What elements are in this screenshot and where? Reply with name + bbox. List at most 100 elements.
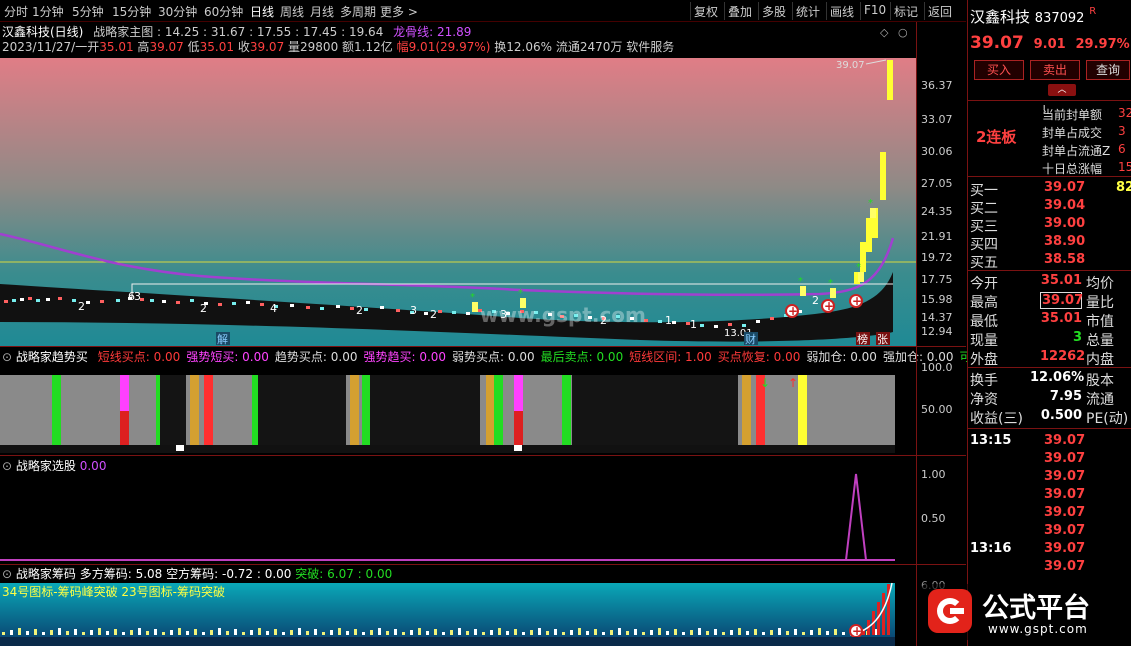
toolbar-period-0[interactable]: 分时 — [4, 3, 28, 20]
chip-bar — [282, 632, 285, 635]
chip-bar — [258, 628, 261, 635]
fund-label: 净资 — [970, 392, 998, 408]
candle-mark — [58, 297, 62, 300]
candle-mark — [20, 298, 24, 301]
candle-mark — [72, 299, 76, 302]
toolbar-period-5[interactable]: 60分钟 — [204, 3, 243, 20]
chips-pane[interactable]: + ⊙ 战略家筹码 多方筹码: 5.08 空方筹码: -0.72 : 0.00 … — [0, 565, 916, 646]
trend-pane[interactable]: ⊙ 战略家趋势买 短线买点: 0.00 强势短买: 0.00 趋势买点: 0.00 强… — [0, 347, 984, 455]
count-label: 1 — [690, 318, 697, 331]
chip-bar — [154, 629, 157, 635]
toolbar-action-2[interactable]: 多股 — [762, 3, 786, 20]
toolbar-period-8[interactable]: 月线 — [310, 3, 334, 20]
toolbar-action-4[interactable]: 画线 — [830, 3, 854, 20]
trend-signal-bar — [190, 375, 199, 445]
trend-axis-tick: 50.00 — [921, 403, 953, 416]
signal-label: * — [868, 198, 873, 209]
price-axis-tick: 24.35 — [921, 205, 953, 218]
candle-mark — [36, 299, 40, 302]
signal-candle — [472, 302, 478, 312]
sell-button[interactable]: 卖出 — [1030, 60, 1080, 80]
rally-candle — [887, 60, 893, 100]
chip-bar — [186, 631, 189, 635]
chip-bar — [402, 632, 405, 635]
stat-ext-label: 市值 — [1086, 314, 1114, 330]
chip-bar — [306, 631, 309, 635]
limit-row-value: 15 — [1118, 160, 1131, 174]
price-axis-tick: 14.37 — [921, 311, 953, 324]
chip-bar — [354, 629, 357, 635]
chip-bar — [114, 629, 117, 635]
count-label: 3 — [134, 290, 141, 303]
toolbar-period-4[interactable]: 30分钟 — [158, 3, 197, 20]
signal-candle — [800, 286, 806, 296]
candle-mark — [306, 306, 310, 309]
candle-mark — [28, 297, 32, 300]
chip-bar — [178, 628, 181, 635]
chip-bar — [642, 632, 645, 635]
fund-ext-label: 股本 — [1086, 373, 1114, 389]
select-peak — [845, 473, 867, 561]
quote-header: 汉鑫科技 837092 R — [970, 6, 1096, 27]
toolbar-period-1[interactable]: 1分钟 — [32, 3, 64, 20]
limit-row-value: 6 — [1118, 142, 1126, 156]
toolbar-action-0[interactable]: 复权 — [694, 3, 718, 20]
toolbar-period-7[interactable]: 周线 — [280, 3, 304, 20]
toolbar-action-7[interactable]: 返回 — [928, 3, 952, 20]
stat-label: 外盘 — [970, 352, 998, 368]
select-axis-tick: 1.00 — [921, 468, 946, 481]
collapse-icon[interactable]: ⊙ — [2, 567, 12, 581]
stat-label: 今开 — [970, 276, 998, 292]
buy-button[interactable]: 买入 — [974, 60, 1024, 80]
chevron-up-icon[interactable]: ︿ — [1048, 84, 1076, 96]
chip-bar — [458, 628, 461, 635]
candle-mark — [218, 303, 222, 306]
candle-mark — [86, 301, 90, 304]
toolbar-action-6[interactable]: 标记 — [894, 3, 918, 20]
trend-chart-canvas[interactable]: ↓ ↑ — [0, 347, 916, 455]
price-axis-tick: 30.06 — [921, 145, 953, 158]
chip-bar — [610, 630, 613, 635]
select-pane[interactable]: ⊙ 战略家选股 0.00 — [0, 456, 916, 564]
candle-mark — [350, 307, 354, 310]
query-button[interactable]: 查询 — [1086, 60, 1130, 80]
candle-mark — [246, 301, 250, 304]
toolbar-period-6[interactable]: 日线 — [250, 3, 274, 20]
plus-icon: + — [852, 294, 862, 308]
fund-ext-label: PE(动) — [1086, 411, 1129, 427]
chip-bar — [146, 631, 149, 635]
candle-mark — [100, 300, 104, 303]
toolbar-period-3[interactable]: 15分钟 — [112, 3, 151, 20]
chip-bar — [18, 628, 21, 635]
chips-base — [0, 637, 895, 646]
price-axis-tick: 27.05 — [921, 177, 953, 190]
candle-mark — [756, 320, 760, 323]
select-chart-canvas[interactable] — [0, 456, 916, 564]
toolbar-action-5[interactable]: F10 — [864, 3, 886, 17]
main-chart-pane[interactable]: 汉鑫科技(日线) 战略家主图 : 14.25 : 31.67 : 17.55 :… — [0, 22, 916, 346]
toolbar-separator — [758, 2, 759, 20]
chip-bar — [794, 629, 797, 635]
chip-bar — [770, 630, 773, 635]
main-chart-canvas[interactable]: ◇ ○* ** ***+ + +232 4 2 3 2 3 2 1 12639.0713.01www.gs… — [0, 22, 916, 346]
chip-bar — [514, 629, 517, 635]
chip-bar — [106, 631, 109, 635]
toolbar-period-10[interactable]: 更多 > — [380, 3, 418, 20]
price-axis-tick: 33.07 — [921, 113, 953, 126]
chip-bar — [130, 630, 133, 635]
chip-bar — [34, 629, 37, 635]
toolbar-action-3[interactable]: 统计 — [796, 3, 820, 20]
chip-bar — [738, 628, 741, 635]
bid-level-label: 买三 — [970, 219, 998, 235]
chip-bar — [650, 630, 653, 635]
trend-signal-bar — [494, 375, 503, 445]
candle-mark — [320, 307, 324, 310]
chip-bar — [626, 631, 629, 635]
chip-bar — [202, 632, 205, 635]
chip-bar — [386, 631, 389, 635]
chip-bar — [322, 632, 325, 635]
toolbar-period-9[interactable]: 多周期 — [340, 3, 376, 20]
toolbar-period-2[interactable]: 5分钟 — [72, 3, 104, 20]
toolbar-action-1[interactable]: 叠加 — [728, 3, 752, 20]
toolbar-separator — [826, 2, 827, 20]
